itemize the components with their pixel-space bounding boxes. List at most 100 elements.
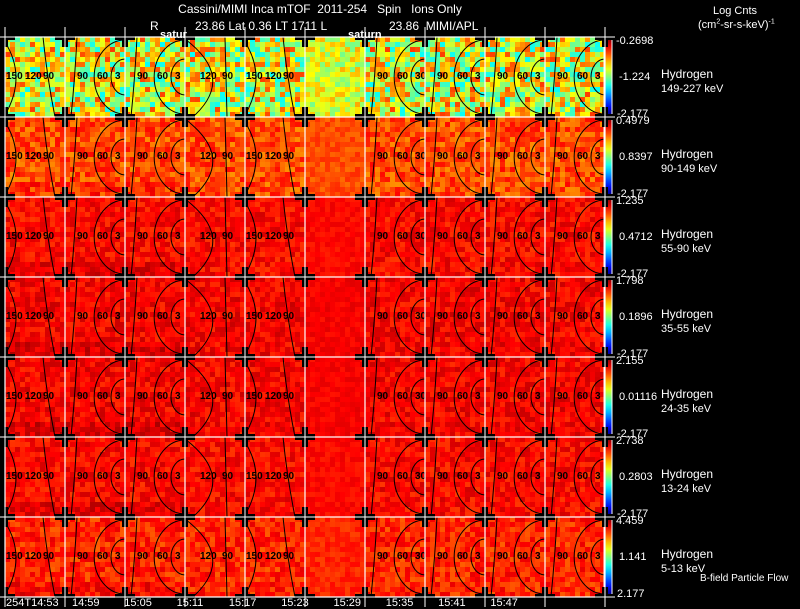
heatmap-pixel xyxy=(205,122,211,128)
heatmap-pixel xyxy=(580,122,586,128)
heatmap-pixel xyxy=(450,177,456,183)
heatmap-pixel xyxy=(15,167,21,173)
heatmap-pixel xyxy=(545,142,551,148)
heatmap-pixel xyxy=(215,242,221,248)
heatmap-pixel xyxy=(220,87,226,93)
heatmap-pixel xyxy=(150,167,156,173)
heatmap-pixel xyxy=(185,47,191,53)
heatmap-pixel xyxy=(125,252,131,258)
heatmap-pixel xyxy=(395,42,401,48)
heatmap-pixel xyxy=(125,217,131,223)
heatmap-pixel xyxy=(195,87,201,93)
heatmap-pixel xyxy=(65,52,71,58)
heatmap-pixel xyxy=(455,187,461,193)
sky-map-cell: 90 60 30 xyxy=(365,116,427,198)
heatmap-pixel xyxy=(55,242,61,248)
heatmap-pixel xyxy=(200,167,206,173)
heatmap-pixel xyxy=(265,92,271,98)
contour-label: 3 xyxy=(115,71,121,82)
heatmap-pixel xyxy=(140,247,146,253)
heatmap-pixel xyxy=(195,122,201,128)
heatmap-pixel xyxy=(65,137,71,143)
heatmap-pixel xyxy=(5,87,11,93)
heatmap-pixel xyxy=(190,152,196,158)
heatmap-pixel xyxy=(220,142,226,148)
heatmap-pixel xyxy=(30,127,36,133)
heatmap-pixel xyxy=(355,152,361,158)
heatmap-pixel xyxy=(335,157,341,163)
heatmap-pixel xyxy=(145,107,151,113)
heatmap-pixel xyxy=(265,267,271,273)
heatmap-pixel xyxy=(390,167,396,173)
heatmap-pixel xyxy=(275,102,281,108)
heatmap-pixel xyxy=(310,57,316,63)
heatmap-pixel xyxy=(245,247,251,253)
heatmap-pixel xyxy=(515,102,521,108)
heatmap-pixel xyxy=(440,117,446,123)
heatmap-pixel xyxy=(450,62,456,68)
heatmap-pixel xyxy=(35,207,41,213)
heatmap-pixel xyxy=(320,172,326,178)
panel-row: 150 120 90 90 60 3 90 60 3 120 90 150 120 90 90 60 30 90 6… xyxy=(4,36,613,118)
heatmap-pixel xyxy=(150,267,156,273)
heatmap-pixel xyxy=(370,187,376,193)
heatmap-pixel xyxy=(465,117,471,123)
heatmap-pixel xyxy=(220,262,226,268)
heatmap-pixel xyxy=(130,127,136,133)
heatmap-pixel xyxy=(590,127,596,133)
heatmap-pixel xyxy=(110,52,116,58)
heatmap-pixel xyxy=(335,57,341,63)
heatmap-pixel xyxy=(25,262,31,268)
heatmap-pixel xyxy=(30,247,36,253)
heatmap-pixel xyxy=(520,42,526,48)
heatmap-pixel xyxy=(20,202,26,208)
heatmap-pixel xyxy=(485,162,491,168)
heatmap-pixel xyxy=(135,242,141,248)
heatmap-pixel xyxy=(505,92,511,98)
heatmap-pixel xyxy=(220,257,226,263)
heatmap-pixel xyxy=(30,262,36,268)
heatmap-pixel xyxy=(65,47,71,53)
heatmap-pixel xyxy=(590,47,596,53)
heatmap-pixel xyxy=(415,52,421,58)
heatmap-pixel xyxy=(50,57,56,63)
heatmap-pixel xyxy=(295,57,301,63)
heatmap-pixel xyxy=(315,97,321,103)
heatmap-pixel xyxy=(380,97,386,103)
heatmap-pixel xyxy=(365,77,371,83)
heatmap-pixel xyxy=(145,132,151,138)
heatmap-pixel xyxy=(570,42,576,48)
contour-label: 60 xyxy=(577,71,589,82)
heatmap-pixel xyxy=(595,47,601,53)
heatmap-pixel xyxy=(290,212,296,218)
heatmap-pixel xyxy=(135,87,141,93)
heatmap-pixel xyxy=(505,82,511,88)
heatmap-pixel xyxy=(365,162,371,168)
heatmap-pixel xyxy=(25,47,31,53)
heatmap-pixel xyxy=(30,52,36,58)
heatmap-pixel xyxy=(200,222,206,228)
heatmap-pixel xyxy=(310,72,316,78)
heatmap-pixel xyxy=(215,252,221,258)
heatmap-pixel xyxy=(25,217,31,223)
heatmap-pixel xyxy=(245,222,251,228)
heatmap-pixel xyxy=(380,52,386,58)
heatmap-pixel xyxy=(220,52,226,58)
heatmap-pixel xyxy=(210,57,216,63)
heatmap-pixel xyxy=(125,72,131,78)
heatmap-pixel xyxy=(140,217,146,223)
heatmap-pixel xyxy=(425,57,431,63)
heatmap-pixel xyxy=(275,82,281,88)
heatmap-pixel xyxy=(125,167,131,173)
heatmap-pixel xyxy=(415,42,421,48)
heatmap-pixel xyxy=(315,157,321,163)
heatmap-pixel xyxy=(65,87,71,93)
heatmap-pixel xyxy=(310,177,316,183)
heatmap-pixel xyxy=(10,82,16,88)
heatmap-pixel xyxy=(230,42,236,48)
heatmap-pixel xyxy=(260,37,266,43)
heatmap-pixel xyxy=(35,42,41,48)
heatmap-pixel xyxy=(340,57,346,63)
heatmap-pixel xyxy=(150,92,156,98)
heatmap-pixel xyxy=(160,57,166,63)
